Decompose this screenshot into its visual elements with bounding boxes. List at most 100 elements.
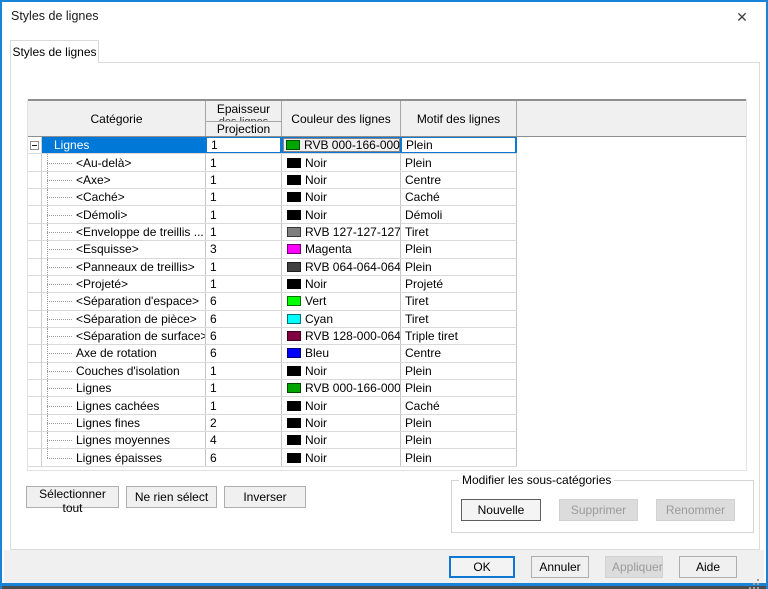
category-cell[interactable]: Lignes fines — [42, 415, 206, 431]
line-color-cell[interactable]: Noir — [282, 363, 401, 379]
category-cell[interactable]: <Panneaux de treillis> — [42, 259, 206, 275]
table-row[interactable]: <Panneaux de treillis> 1 RVB 064-064-064… — [28, 259, 517, 276]
line-color-button[interactable]: Bleu — [285, 345, 400, 361]
line-color-button[interactable]: RVB 128-000-064 — [285, 328, 400, 344]
line-weight-cell[interactable]: 4 — [206, 432, 282, 448]
line-color-cell[interactable]: Noir — [282, 449, 401, 465]
table-row[interactable]: <Caché> 1 Noir Caché — [28, 189, 517, 206]
line-weight-cell[interactable]: 6 — [206, 293, 282, 309]
line-pattern-cell[interactable]: Triple tiret — [401, 328, 517, 344]
line-color-cell[interactable]: RVB 000-166-000 — [282, 380, 401, 396]
line-pattern-cell[interactable]: Projeté — [401, 276, 517, 292]
line-pattern-cell[interactable]: Caché — [401, 397, 517, 413]
table-row[interactable]: <Axe> 1 Noir Centre — [28, 172, 517, 189]
line-pattern-cell[interactable]: Tiret — [401, 293, 517, 309]
collapse-expander-icon[interactable] — [30, 141, 39, 150]
line-color-cell[interactable]: Cyan — [282, 311, 401, 327]
category-cell[interactable]: <Enveloppe de treillis ... — [42, 224, 206, 240]
line-pattern-cell[interactable]: Plein — [401, 259, 517, 275]
line-color-button[interactable]: Noir — [285, 206, 400, 222]
table-row[interactable]: Couches d'isolation 1 Noir Plein — [28, 363, 517, 380]
line-color-cell[interactable]: Noir — [282, 189, 401, 205]
line-pattern-cell[interactable]: Caché — [401, 189, 517, 205]
tab-styles-de-lignes[interactable]: Styles de lignes — [10, 40, 99, 63]
category-cell[interactable]: Couches d'isolation — [42, 363, 206, 379]
column-header-color[interactable]: Couleur des lignes — [282, 101, 401, 136]
line-pattern-cell[interactable]: Démoli — [401, 206, 517, 222]
line-color-button[interactable]: Noir — [285, 154, 400, 170]
category-cell[interactable]: <Caché> — [42, 189, 206, 205]
line-pattern-cell[interactable]: Plein — [401, 154, 517, 170]
line-weight-cell[interactable]: 6 — [206, 345, 282, 361]
line-weight-cell[interactable]: 2 — [206, 415, 282, 431]
category-cell[interactable]: Lignes cachées — [42, 397, 206, 413]
line-weight-cell[interactable]: 1 — [206, 276, 282, 292]
line-weight-cell[interactable]: 6 — [206, 449, 282, 465]
column-header-category[interactable]: Catégorie — [28, 101, 206, 136]
table-row[interactable]: <Démoli> 1 Noir Démoli — [28, 206, 517, 223]
line-color-cell[interactable]: Noir — [282, 415, 401, 431]
button-aide[interactable]: Aide — [679, 556, 737, 578]
line-pattern-cell[interactable]: Plein — [401, 449, 517, 465]
category-cell[interactable]: <Projeté> — [42, 276, 206, 292]
line-color-button[interactable]: Noir — [285, 276, 400, 292]
category-cell[interactable]: <Séparation de surface> — [42, 328, 206, 344]
line-color-button[interactable]: RVB 000-166-000 — [285, 380, 400, 396]
table-row[interactable]: <Séparation de pièce> 6 Cyan Tiret — [28, 311, 517, 328]
line-weight-cell[interactable]: 6 — [206, 311, 282, 327]
line-color-cell[interactable]: RVB 127-127-127 — [282, 224, 401, 240]
line-color-cell[interactable]: Vert — [282, 293, 401, 309]
table-row[interactable]: <Projeté> 1 Noir Projeté — [28, 276, 517, 293]
line-color-cell[interactable]: Bleu — [282, 345, 401, 361]
line-pattern-cell[interactable]: Centre — [401, 172, 517, 188]
line-color-cell[interactable]: RVB 128-000-064 — [282, 328, 401, 344]
line-weight-cell[interactable]: 6 — [206, 328, 282, 344]
line-weight-cell[interactable]: 1 — [206, 363, 282, 379]
category-cell[interactable]: Lignes — [42, 380, 206, 396]
line-color-button[interactable]: Noir — [285, 397, 400, 413]
line-color-button[interactable]: RVB 064-064-064 — [285, 259, 400, 275]
line-weight-cell[interactable]: 1 — [206, 206, 282, 222]
line-color-button[interactable]: Magenta — [285, 241, 400, 257]
table-row[interactable]: Lignes moyennes 4 Noir Plein — [28, 432, 517, 449]
table-row[interactable]: Lignes épaisses 6 Noir Plein — [28, 449, 517, 466]
line-weight-cell[interactable]: 3 — [206, 241, 282, 257]
line-weight-cell[interactable]: 1 — [206, 380, 282, 396]
category-cell[interactable]: Lignes — [42, 137, 206, 153]
button-annuler[interactable]: Annuler — [531, 556, 589, 578]
line-pattern-cell[interactable]: Plein — [401, 432, 517, 448]
line-color-button[interactable]: RVB 000-166-000 — [283, 138, 400, 152]
line-color-button[interactable]: RVB 127-127-127 — [285, 224, 400, 240]
line-pattern-cell[interactable]: Tiret — [401, 311, 517, 327]
table-row[interactable]: Lignes fines 2 Noir Plein — [28, 415, 517, 432]
line-color-cell[interactable]: Noir — [282, 154, 401, 170]
line-color-cell[interactable]: Magenta — [282, 241, 401, 257]
line-color-cell[interactable]: Noir — [282, 172, 401, 188]
line-color-cell[interactable]: RVB 064-064-064 — [282, 259, 401, 275]
line-pattern-cell[interactable]: Tiret — [401, 224, 517, 240]
line-color-button[interactable]: Cyan — [285, 311, 400, 327]
close-icon[interactable]: ✕ — [726, 4, 758, 30]
line-weight-cell[interactable]: 1 — [206, 137, 282, 153]
line-color-cell[interactable]: Noir — [282, 397, 401, 413]
line-color-button[interactable]: Noir — [285, 449, 400, 465]
line-weight-cell[interactable]: 1 — [206, 397, 282, 413]
line-weight-cell[interactable]: 1 — [206, 172, 282, 188]
category-cell[interactable]: <Séparation de pièce> — [42, 311, 206, 327]
line-color-button[interactable]: Noir — [285, 432, 400, 448]
line-pattern-cell[interactable]: Plein — [401, 363, 517, 379]
table-row[interactable]: <Au-delà> 1 Noir Plein — [28, 154, 517, 171]
resize-grip[interactable] — [757, 579, 759, 581]
button-nouvelle[interactable]: Nouvelle — [461, 499, 541, 521]
column-header-pattern[interactable]: Motif des lignes — [401, 101, 517, 136]
table-row[interactable]: <Séparation de surface> 6 RVB 128-000-06… — [28, 328, 517, 345]
line-pattern-cell[interactable]: Plein — [401, 380, 517, 396]
category-cell[interactable]: Axe de rotation — [42, 345, 206, 361]
table-row[interactable]: Axe de rotation 6 Bleu Centre — [28, 345, 517, 362]
line-pattern-cell[interactable]: Plein — [401, 415, 517, 431]
table-row[interactable]: <Esquisse> 3 Magenta Plein — [28, 241, 517, 258]
line-color-cell[interactable]: RVB 000-166-000 — [282, 137, 401, 153]
table-row[interactable]: Lignes cachées 1 Noir Caché — [28, 397, 517, 414]
line-color-cell[interactable]: Noir — [282, 276, 401, 292]
line-color-cell[interactable]: Noir — [282, 206, 401, 222]
